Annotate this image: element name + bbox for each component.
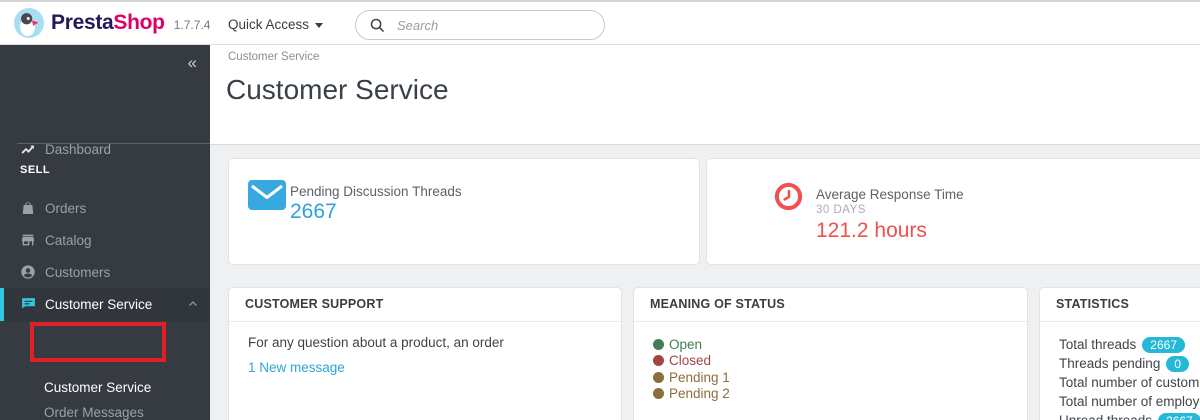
sidebar-subitem-order-messages[interactable]: Order Messages bbox=[0, 400, 210, 420]
search-input[interactable] bbox=[397, 17, 577, 33]
stat-label: Threads pending bbox=[1059, 356, 1161, 371]
prestashop-mascot-icon bbox=[14, 8, 44, 38]
chevron-down-icon bbox=[315, 23, 324, 28]
quick-access-label: Quick Access bbox=[228, 17, 310, 32]
card-title: CUSTOMER SUPPORT bbox=[245, 297, 384, 311]
stat-badge: 2667 bbox=[1158, 412, 1200, 420]
sidebar-subitem-customer-service[interactable]: Customer Service bbox=[0, 375, 210, 399]
status-label: Pending 1 bbox=[669, 369, 730, 385]
stat-label: Total threads bbox=[1059, 337, 1137, 352]
status-row-open: Open bbox=[653, 336, 730, 353]
user-circle-icon bbox=[20, 264, 37, 281]
version-label: 1.7.7.4 bbox=[173, 17, 211, 32]
prestashop-logo[interactable]: PrestaShop 1.7.7.4 bbox=[14, 8, 210, 38]
store-icon bbox=[20, 232, 37, 249]
statistics-card: STATISTICS Total threads 2667 Threads pe… bbox=[1039, 287, 1200, 420]
page-title: Customer Service bbox=[226, 74, 449, 105]
sidebar-subitem-label: Order Messages bbox=[44, 404, 144, 420]
customer-support-text: For any question about a product, an ord… bbox=[248, 335, 504, 350]
sidebar-item-orders[interactable]: Orders bbox=[0, 192, 210, 224]
search-icon bbox=[370, 18, 385, 32]
sidebar-item-catalog[interactable]: Catalog bbox=[0, 224, 210, 256]
stat-row-unread-threads: Unread threads 2667 bbox=[1059, 411, 1200, 420]
kpi-sublabel: 30 DAYS bbox=[816, 204, 866, 216]
brand-presta: Presta bbox=[51, 11, 114, 34]
status-dot bbox=[653, 388, 664, 400]
kpi-card-average-response-time: Average Response Time 30 DAYS 121.2 hour… bbox=[706, 158, 1200, 265]
status-label: Open bbox=[669, 336, 703, 352]
status-dot bbox=[653, 355, 664, 367]
sidebar-collapse-button[interactable]: « bbox=[188, 53, 198, 73]
status-dot bbox=[653, 371, 664, 383]
customer-support-card: CUSTOMER SUPPORT For any question about … bbox=[228, 287, 622, 420]
sidebar-item-dashboard[interactable]: Dashboard bbox=[0, 133, 210, 165]
status-list: Open Closed Pending 1 Pending 2 bbox=[653, 336, 730, 402]
sidebar-divider bbox=[17, 143, 210, 144]
sidebar-item-label: Catalog bbox=[45, 232, 92, 248]
new-message-link[interactable]: 1 New message bbox=[248, 360, 345, 375]
envelope-icon bbox=[248, 180, 286, 215]
meaning-of-status-card: MEANING OF STATUS Open Closed Pending 1 … bbox=[633, 287, 1028, 420]
chevron-up-icon bbox=[187, 298, 199, 313]
stat-row-threads-pending: Threads pending 0 bbox=[1059, 354, 1200, 373]
sidebar-subitem-label: Customer Service bbox=[44, 379, 152, 395]
sidebar: « Dashboard SELL Orders Catalog Customer… bbox=[0, 45, 210, 420]
kpi-card-pending-threads: Pending Discussion Threads 2667 bbox=[228, 158, 700, 265]
card-divider bbox=[229, 321, 621, 322]
stat-label: Total number of customers bbox=[1059, 375, 1200, 390]
kpi-value: 121.2 hours bbox=[816, 219, 927, 242]
stat-label: Total number of employees bbox=[1059, 394, 1200, 409]
status-label: Closed bbox=[669, 353, 712, 369]
sidebar-item-customer-service[interactable]: Customer Service bbox=[0, 288, 210, 321]
sidebar-item-label: Orders bbox=[45, 200, 87, 216]
sidebar-section-sell: SELL bbox=[20, 164, 51, 176]
card-divider bbox=[1040, 321, 1200, 322]
brand-shop: Shop bbox=[113, 11, 165, 34]
shopping-bag-icon bbox=[20, 200, 37, 217]
status-row-closed: Closed bbox=[653, 353, 730, 370]
chat-bubble-icon bbox=[20, 296, 37, 313]
kpi-label: Pending Discussion Threads bbox=[290, 184, 462, 199]
clock-icon bbox=[774, 182, 803, 216]
sidebar-item-customers[interactable]: Customers bbox=[0, 256, 210, 288]
status-label: Pending 2 bbox=[669, 386, 730, 402]
top-header-bar: PrestaShop 1.7.7.4 Quick Access bbox=[0, 0, 1200, 45]
status-row-pending1: Pending 1 bbox=[653, 369, 730, 386]
kpi-label: Average Response Time bbox=[816, 187, 964, 202]
sidebar-item-label: Customer Service bbox=[45, 297, 153, 312]
card-title: MEANING OF STATUS bbox=[650, 297, 785, 311]
quick-access-dropdown[interactable]: Quick Access bbox=[228, 2, 324, 47]
stat-row-total-threads: Total threads 2667 bbox=[1059, 335, 1200, 354]
status-row-pending2: Pending 2 bbox=[653, 386, 730, 403]
stat-row-total-customers: Total number of customers bbox=[1059, 373, 1200, 392]
stat-badge: 2667 bbox=[1142, 336, 1185, 353]
card-title: STATISTICS bbox=[1056, 297, 1130, 311]
card-divider bbox=[634, 321, 1027, 322]
kpi-value: 2667 bbox=[290, 200, 337, 223]
status-dot bbox=[653, 338, 664, 350]
search-box[interactable] bbox=[355, 10, 605, 40]
stat-label: Unread threads bbox=[1059, 413, 1152, 420]
breadcrumb: Customer Service bbox=[228, 51, 320, 63]
sidebar-item-label: Customers bbox=[45, 264, 111, 280]
statistics-list: Total threads 2667 Threads pending 0 Tot… bbox=[1059, 335, 1200, 420]
stat-badge: 0 bbox=[1166, 355, 1190, 372]
stat-row-total-employees: Total number of employees bbox=[1059, 392, 1200, 411]
